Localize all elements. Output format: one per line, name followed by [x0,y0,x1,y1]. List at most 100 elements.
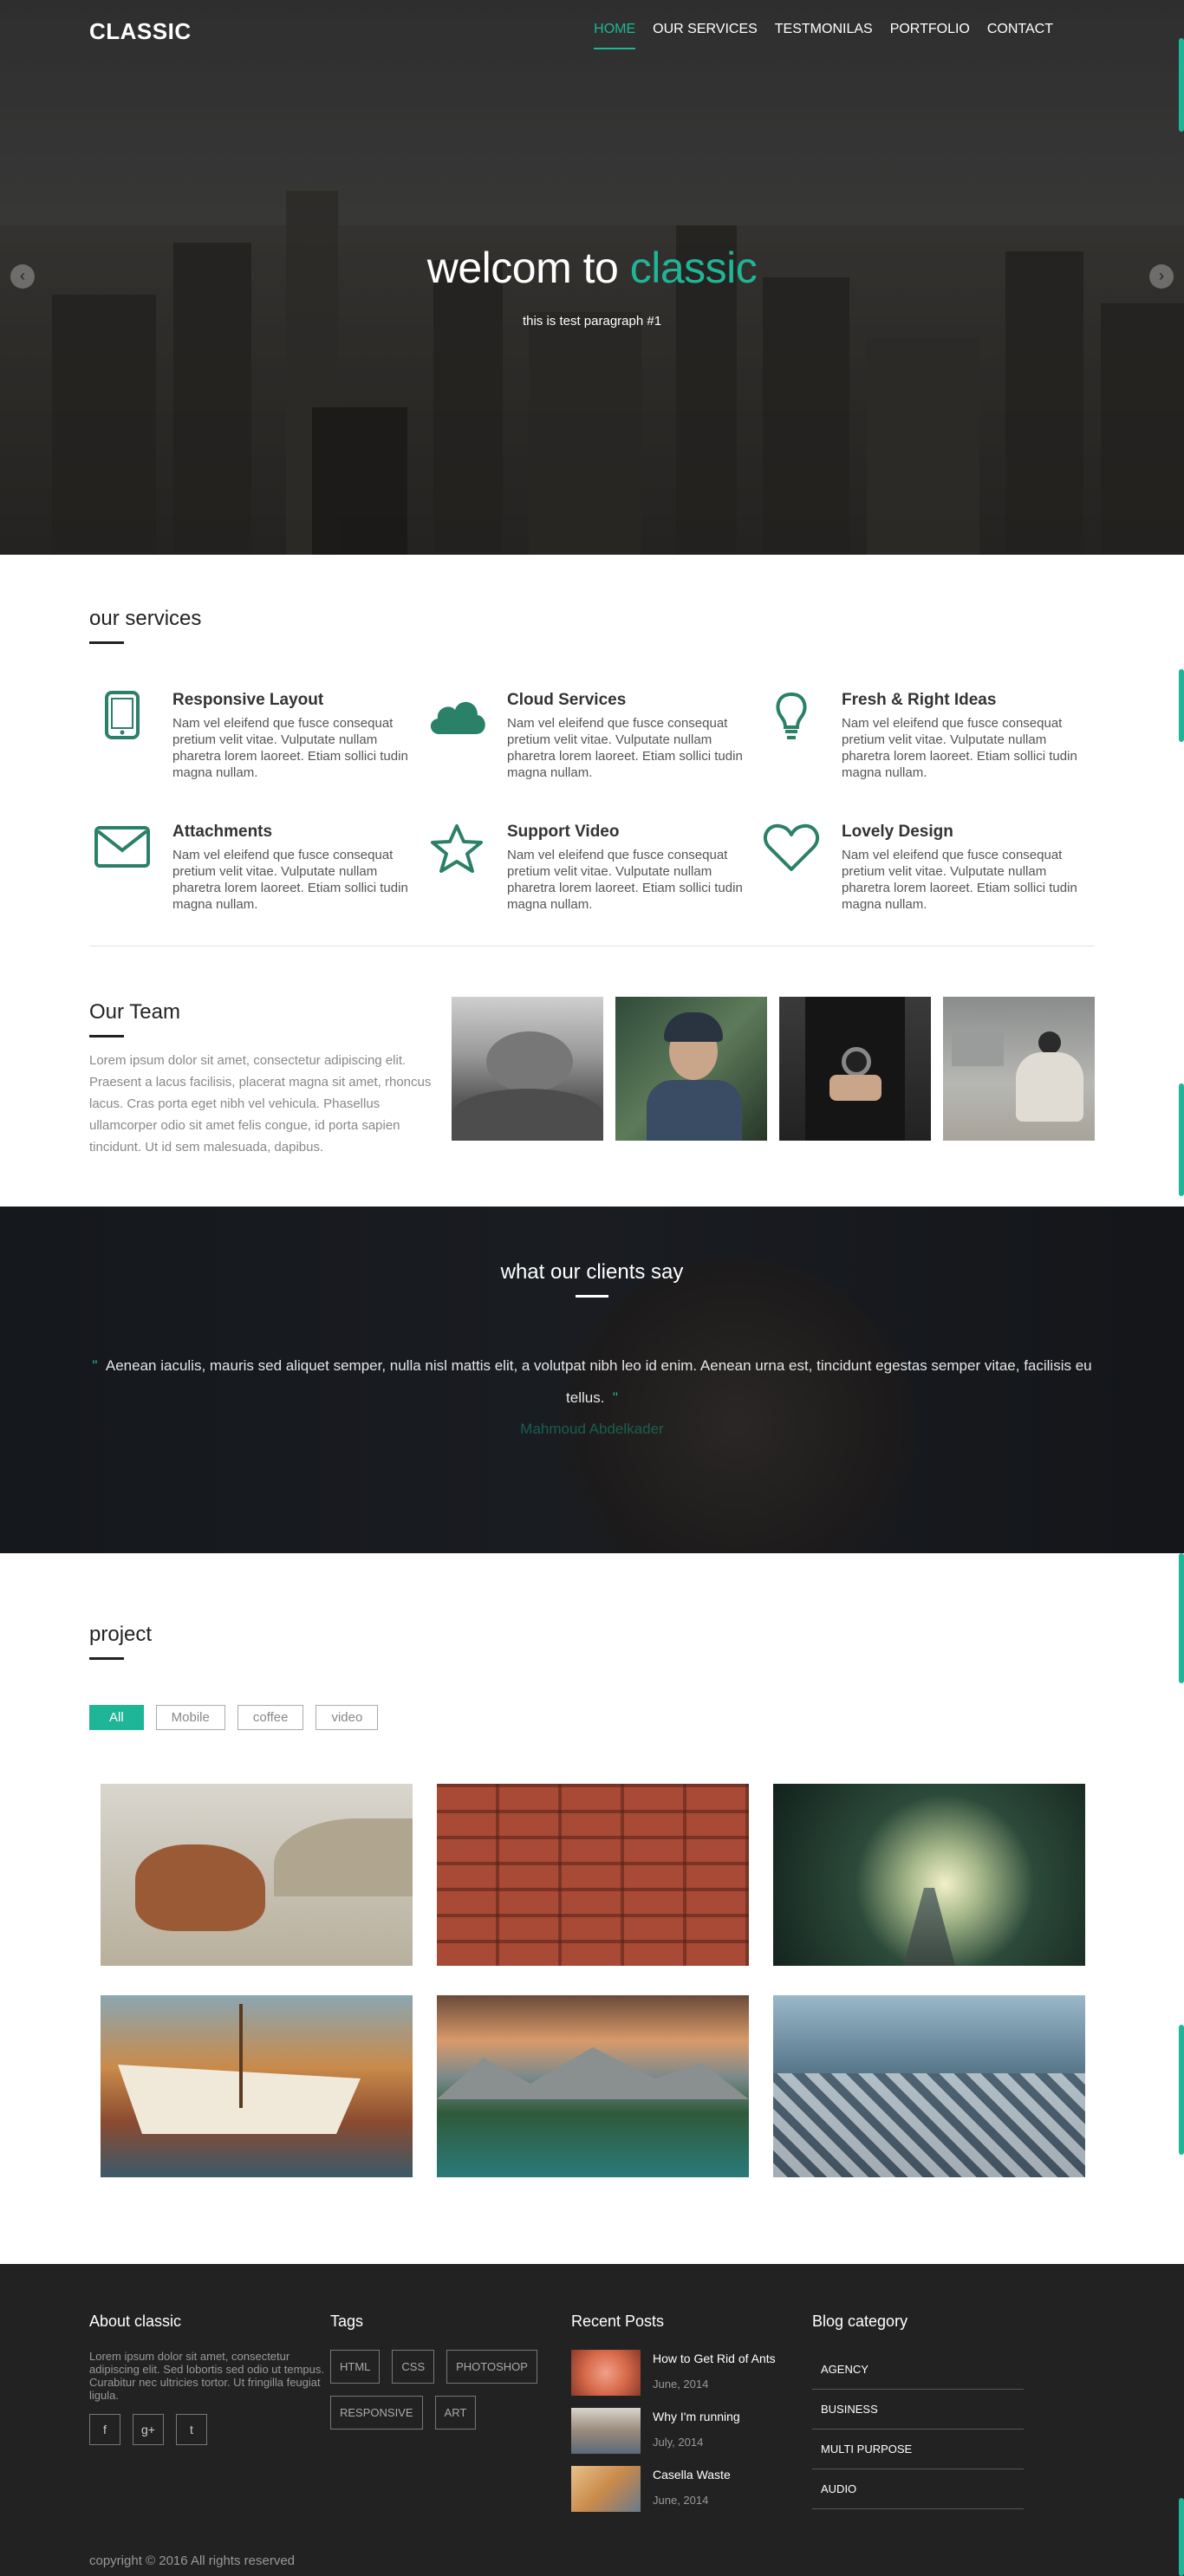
footer-heading: Blog category [812,2313,908,2330]
post-date: June, 2014 [653,2378,709,2391]
testimonials-title: what our clients say [500,1260,684,1284]
google-plus-icon[interactable]: g+ [133,2414,164,2445]
tag-link[interactable]: CSS [392,2350,435,2384]
service-title: Cloud Services [507,691,627,709]
service-text: Nam vel eleifend que fusce consequat pre… [842,716,1077,780]
scroll-indicator [1179,1553,1184,1683]
footer-heading: Recent Posts [571,2313,665,2330]
project-image[interactable] [437,1784,749,1966]
project-image[interactable] [101,1784,413,1966]
project-image[interactable] [437,1995,749,2177]
recent-post[interactable]: How to Get Rid of Ants June, 2014 [571,2350,812,2396]
footer-about: About classic Lorem ipsum dolor sit amet… [89,2313,330,2524]
post-date: June, 2014 [653,2494,709,2507]
hero-caption: welcom to classic this is test paragraph… [0,243,1184,329]
footer-about-text: Lorem ipsum dolor sit amet, consectetur … [89,2350,324,2402]
nav-contact[interactable]: CONTACT [987,13,1053,49]
team-photos [452,997,1095,1158]
main-nav: HOME OUR SERVICES TESTMONILAS PORTFOLIO … [594,13,1053,49]
title-underline [576,1295,608,1298]
nav-portfolio[interactable]: PORTFOLIO [890,13,970,49]
filter-video-button[interactable]: video [316,1705,379,1730]
post-title[interactable]: Casella Waste [653,2468,731,2482]
footer-heading: About classic [89,2313,182,2330]
category-link[interactable]: BUSINESS [812,2390,1024,2430]
footer-tags: Tags HTML CSS PHOTOSHOP RESPONSIVE ART [330,2313,571,2524]
post-title[interactable]: How to Get Rid of Ants [653,2352,776,2365]
service-item: Responsive Layout Nam vel eleifend que fu… [89,691,424,781]
footer: About classic Lorem ipsum dolor sit amet… [0,2264,1184,2576]
services-title: our services [89,607,202,630]
team-photo[interactable] [452,997,603,1141]
project-section: project All Mobile coffee video [0,1553,1184,2264]
nav-home[interactable]: HOME [594,13,636,49]
service-title: Attachments [172,823,273,841]
filter-all-button[interactable]: All [89,1705,144,1730]
post-title[interactable]: Why I'm running [653,2410,740,2423]
tag-link[interactable]: ART [434,2396,477,2430]
social-links: f g+ t [89,2414,330,2445]
footer-recent-posts: Recent Posts How to Get Rid of Ants June,… [571,2313,812,2524]
filter-mobile-button[interactable]: Mobile [155,1705,225,1730]
team-photo[interactable] [943,997,1095,1141]
scroll-indicator [1179,38,1184,132]
service-text: Nam vel eleifend que fusce consequat pre… [842,848,1077,912]
title-underline [89,1035,124,1038]
team-photo[interactable] [615,997,767,1141]
testimonials-section: what our clients say " Aenean iaculis, m… [0,1207,1184,1553]
project-image[interactable] [773,1995,1085,2177]
project-gallery [101,1784,1095,2177]
team-description: Lorem ipsum dolor sit amet, consectetur … [89,1053,432,1155]
post-thumbnail [571,2350,641,2396]
hero-slider: CLASSIC HOME OUR SERVICES TESTMONILAS PO… [0,0,1184,555]
service-title: Support Video [507,823,620,841]
heart-icon [758,823,824,888]
slider-prev-arrow-icon[interactable]: ‹ [10,264,35,289]
copyright-text: copyright © 2016 All rights reserved [89,2553,296,2568]
project-filters: All Mobile coffee video [89,1705,1095,1730]
service-title: Lovely Design [842,823,953,841]
service-item: Fresh & Right Ideas Nam vel eleifend que … [758,691,1093,781]
slider-next-arrow-icon[interactable]: › [1149,264,1174,289]
nav-testimonials[interactable]: TESTMONILAS [775,13,873,49]
tablet-icon [89,691,155,757]
service-item: Lovely Design Nam vel eleifend que fusce … [758,823,1093,913]
category-link[interactable]: AGENCY [812,2350,1024,2390]
nav-our-services[interactable]: OUR SERVICES [653,13,758,49]
filter-coffee-button[interactable]: coffee [237,1705,304,1730]
service-item: Attachments Nam vel eleifend que fusce co… [89,823,424,913]
recent-post[interactable]: Casella Waste June, 2014 [571,2466,812,2512]
service-item: Cloud Services Nam vel eleifend que fusce… [424,691,758,781]
twitter-icon[interactable]: t [176,2414,207,2445]
brand-logo[interactable]: CLASSIC [89,18,192,45]
service-text: Nam vel eleifend que fusce consequat pre… [507,716,743,780]
title-underline [89,641,124,644]
lightbulb-icon [758,691,824,757]
hero-title: welcom to classic [426,244,758,292]
recent-post[interactable]: Why I'm running July, 2014 [571,2408,812,2454]
facebook-icon[interactable]: f [89,2414,120,2445]
tag-link[interactable]: HTML [330,2350,381,2384]
post-thumbnail [571,2408,641,2454]
project-image[interactable] [773,1784,1085,1966]
tag-link[interactable]: RESPONSIVE [330,2396,423,2430]
footer-blog-category: Blog category AGENCY BUSINESS MULTI PURP… [812,2313,1053,2524]
tag-link[interactable]: PHOTOSHOP [446,2350,537,2384]
testimonial-author: Mahmoud Abdelkader [520,1421,664,1437]
category-link[interactable]: MULTI PURPOSE [812,2430,1024,2469]
scroll-indicator [1179,669,1184,742]
post-date: July, 2014 [653,2436,704,2449]
services-grid: Responsive Layout Nam vel eleifend que fu… [89,691,1095,913]
title-underline [89,1657,124,1660]
project-title: project [89,1623,153,1646]
scroll-indicator [1179,1083,1184,1196]
category-link[interactable]: AUDIO [812,2469,1024,2509]
hero-subtitle: this is test paragraph #1 [522,314,662,329]
project-image[interactable] [101,1995,413,2177]
service-text: Nam vel eleifend que fusce consequat pre… [172,716,408,780]
navbar: CLASSIC HOME OUR SERVICES TESTMONILAS PO… [0,0,1184,75]
scroll-indicator [1179,2498,1184,2576]
team-photo[interactable] [779,997,931,1141]
testimonial-quote: " Aenean iaculis, mauris sed aliquet sem… [92,1357,1092,1406]
service-text: Nam vel eleifend que fusce consequat pre… [507,848,743,912]
